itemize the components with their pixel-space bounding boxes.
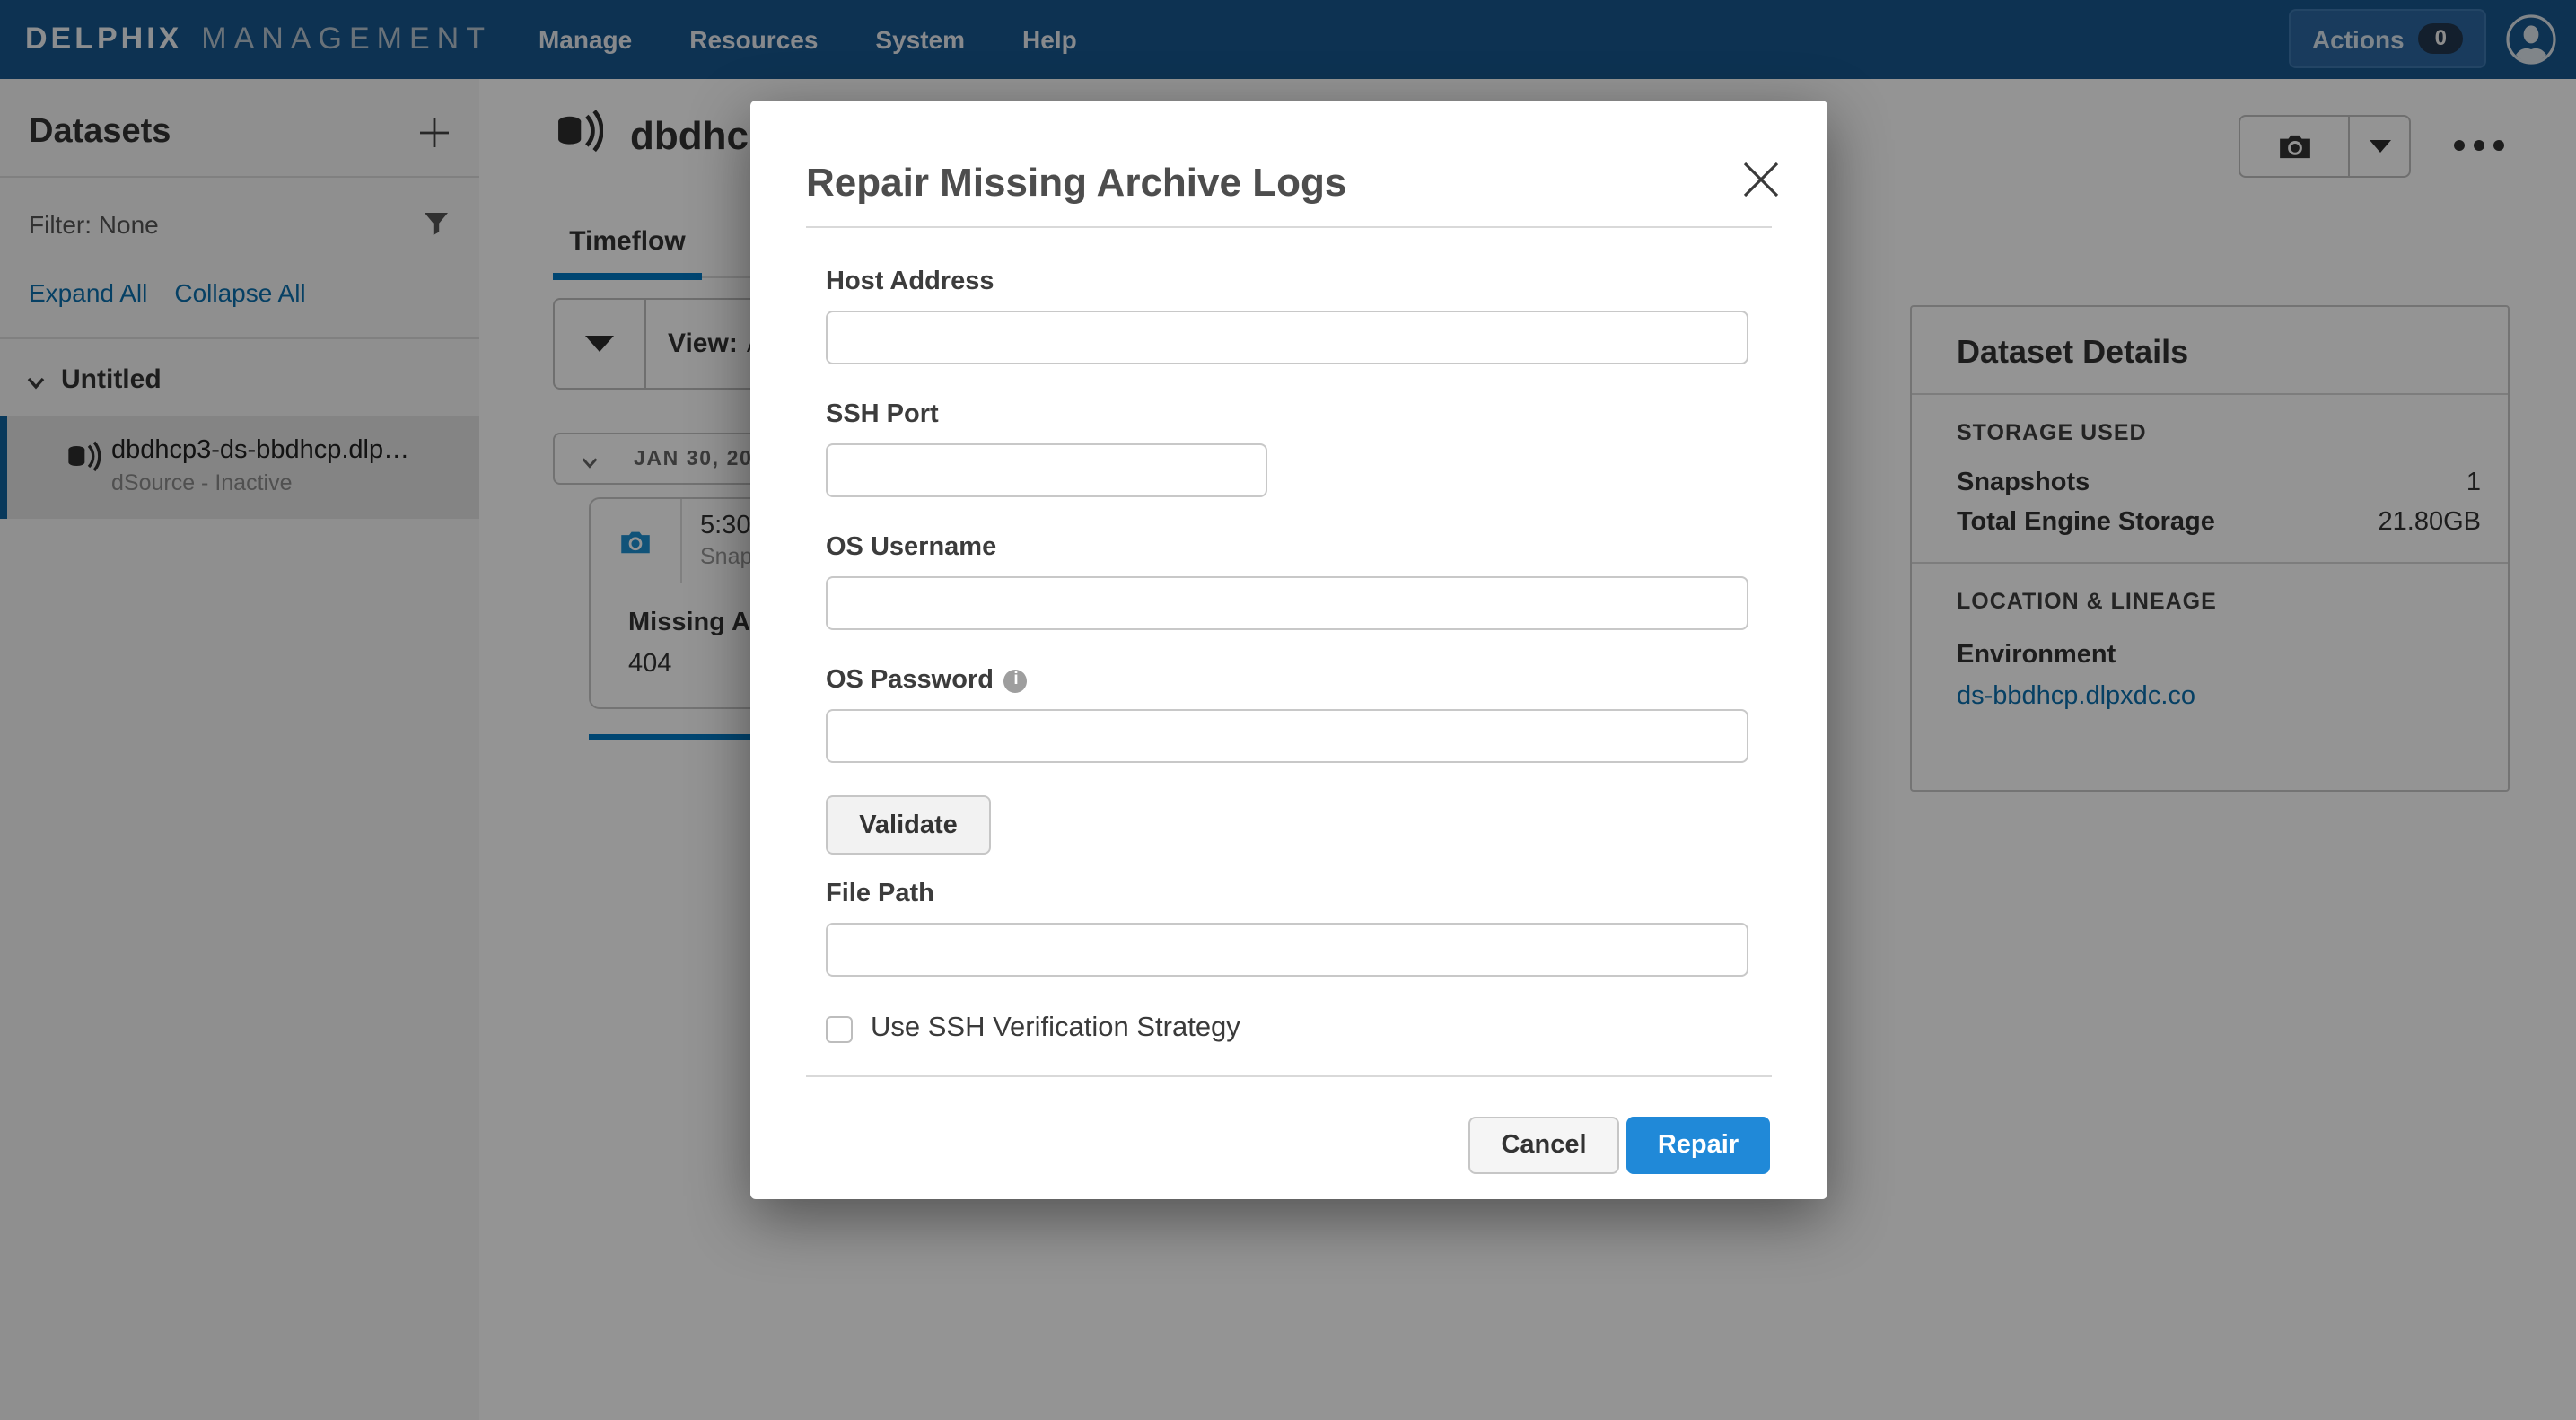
host-address-label: Host Address xyxy=(826,267,994,296)
os-password-field[interactable] xyxy=(826,709,1748,763)
modal-footer-divider xyxy=(806,1075,1772,1077)
file-path-field[interactable] xyxy=(826,923,1748,977)
ssh-port-field[interactable] xyxy=(826,443,1267,497)
ssh-verification-checkbox-row: Use SSH Verification Strategy xyxy=(826,1012,1240,1045)
ssh-verification-label: Use SSH Verification Strategy xyxy=(871,1012,1240,1045)
repair-archive-logs-modal: Repair Missing Archive Logs Host Address… xyxy=(750,101,1827,1199)
os-username-label: OS Username xyxy=(826,533,996,562)
os-password-label-row: OS Password i xyxy=(826,666,1028,695)
ssh-verification-checkbox[interactable] xyxy=(826,1015,853,1042)
validate-button[interactable]: Validate xyxy=(826,795,991,855)
modal-header-divider xyxy=(806,226,1772,228)
os-username-field[interactable] xyxy=(826,576,1748,630)
ssh-port-label: SSH Port xyxy=(826,400,939,429)
close-icon[interactable] xyxy=(1741,160,1781,199)
cancel-button[interactable]: Cancel xyxy=(1468,1117,1619,1174)
host-address-field[interactable] xyxy=(826,311,1748,364)
os-password-label: OS Password xyxy=(826,666,994,695)
info-icon[interactable]: i xyxy=(1004,669,1028,692)
modal-title: Repair Missing Archive Logs xyxy=(806,160,1346,206)
repair-button[interactable]: Repair xyxy=(1626,1117,1770,1174)
delphix-management-app: DELPHIX MANAGEMENT Manage Resources Syst… xyxy=(0,0,2576,1420)
file-path-label: File Path xyxy=(826,880,934,908)
